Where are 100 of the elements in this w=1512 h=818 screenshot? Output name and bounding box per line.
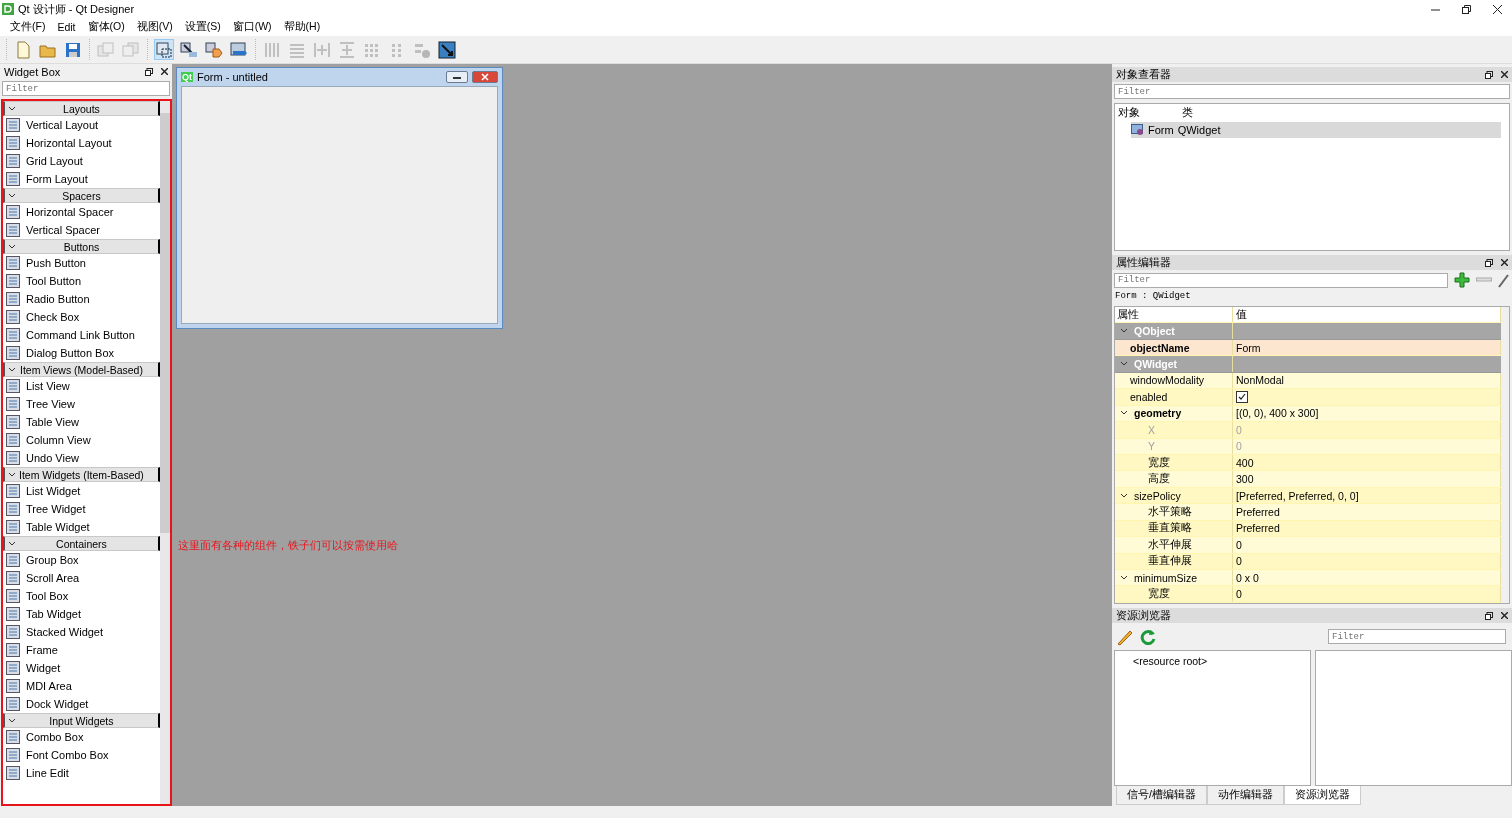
menu-item[interactable]: Edit: [51, 21, 82, 33]
widget-item[interactable]: Horizontal Spacer: [3, 203, 160, 221]
close-button[interactable]: [472, 71, 498, 83]
chevron-icon[interactable]: [1120, 574, 1128, 581]
widget-item[interactable]: Command Link Button: [3, 326, 160, 344]
tree-row[interactable]: Form QWidget: [1131, 122, 1501, 138]
menu-item[interactable]: 窗体(O): [81, 20, 131, 34]
tab[interactable]: 资源浏览器: [1283, 786, 1361, 805]
menu-item[interactable]: 窗口(W): [226, 20, 278, 34]
float-icon[interactable]: [1485, 611, 1493, 620]
property-row[interactable]: minimumSize 0 x 0: [1115, 570, 1501, 587]
widget-item[interactable]: Tab Widget: [3, 605, 160, 623]
chevron-icon[interactable]: [8, 243, 16, 250]
property-value[interactable]: Preferred: [1236, 505, 1280, 518]
widget-item[interactable]: Table View: [3, 413, 160, 431]
widget-item[interactable]: Vertical Layout: [3, 116, 160, 134]
scrollbar[interactable]: [1501, 307, 1509, 603]
widget-item[interactable]: Font Combo Box: [3, 746, 160, 764]
category-header[interactable]: Layouts: [3, 101, 160, 116]
widget-item[interactable]: Push Button: [3, 254, 160, 272]
chevron-icon[interactable]: [8, 540, 16, 547]
category-header[interactable]: Input Widgets: [3, 713, 160, 728]
close-icon[interactable]: [161, 68, 168, 75]
widget-item[interactable]: Check Box: [3, 308, 160, 326]
widget-item[interactable]: Radio Button: [3, 290, 160, 308]
property-value[interactable]: 400: [1236, 456, 1254, 469]
widget-item[interactable]: List View: [3, 377, 160, 395]
toolbar-button[interactable]: [437, 39, 457, 60]
widget-item[interactable]: Tool Box: [3, 587, 160, 605]
widget-item[interactable]: Group Box: [3, 551, 160, 569]
filter-field[interactable]: Filter: [1114, 272, 1448, 288]
property-value[interactable]: Form: [1236, 341, 1261, 354]
menu-item[interactable]: 视图(V): [130, 20, 179, 34]
menu-item[interactable]: 设置(S): [178, 20, 227, 34]
widget-item[interactable]: Frame: [3, 641, 160, 659]
property-value[interactable]: [(0, 0), 400 x 300]: [1236, 407, 1319, 420]
close-icon[interactable]: [1501, 612, 1508, 619]
widget-item[interactable]: Undo View: [3, 449, 160, 467]
close-icon[interactable]: [1493, 4, 1502, 14]
widget-item[interactable]: Scroll Area: [3, 569, 160, 587]
property-value[interactable]: [Preferred, Preferred, 0, 0]: [1236, 489, 1359, 502]
tab[interactable]: 信号/槽编辑器: [1116, 786, 1207, 805]
widget-item[interactable]: Tree View: [3, 395, 160, 413]
scrollbar[interactable]: [159, 101, 170, 804]
chevron-icon[interactable]: [1120, 361, 1128, 368]
menu-item[interactable]: 帮助(H): [277, 20, 327, 34]
widget-item[interactable]: List Widget: [3, 482, 160, 500]
category-header[interactable]: Containers: [3, 536, 160, 551]
chevron-icon[interactable]: [1120, 492, 1128, 499]
filter-field[interactable]: Filter: [1114, 84, 1510, 99]
filter-field[interactable]: Filter: [2, 81, 170, 96]
widget-item[interactable]: Vertical Spacer: [3, 221, 160, 239]
toolbar-button[interactable]: [179, 39, 199, 60]
widget-item[interactable]: Dock Widget: [3, 695, 160, 713]
chevron-icon[interactable]: [8, 366, 16, 373]
plus-icon[interactable]: [1454, 272, 1470, 288]
close-icon[interactable]: [1501, 259, 1508, 266]
widget-item[interactable]: MDI Area: [3, 677, 160, 695]
restore-icon[interactable]: [1462, 4, 1471, 14]
widget-item[interactable]: Grid Layout: [3, 152, 160, 170]
category-header[interactable]: Item Views (Model-Based): [3, 362, 160, 377]
widget-item[interactable]: Form Layout: [3, 170, 160, 188]
tab[interactable]: 动作编辑器: [1206, 786, 1284, 805]
chevron-icon[interactable]: [8, 717, 16, 724]
property-value[interactable]: 300: [1236, 473, 1254, 486]
close-icon[interactable]: [1501, 71, 1508, 78]
property-value[interactable]: Preferred: [1236, 522, 1280, 535]
chevron-icon[interactable]: [8, 471, 16, 478]
category-header[interactable]: Buttons: [3, 239, 160, 254]
refresh-icon[interactable]: [1140, 628, 1156, 645]
chevron-icon[interactable]: [8, 192, 16, 199]
minimize-button[interactable]: [446, 71, 468, 83]
category-header[interactable]: Spacers: [3, 188, 160, 203]
tree-item[interactable]: <resource root>: [1115, 651, 1310, 667]
property-value[interactable]: 0: [1236, 588, 1242, 601]
property-row[interactable]: enabled: [1115, 389, 1501, 406]
widget-item[interactable]: Combo Box: [3, 728, 160, 746]
filter-field[interactable]: Filter: [1328, 629, 1506, 644]
property-value[interactable]: NonModal: [1236, 374, 1284, 387]
widget-item[interactable]: Stacked Widget: [3, 623, 160, 641]
chevron-icon[interactable]: [8, 105, 16, 112]
widget-item[interactable]: Table Widget: [3, 518, 160, 536]
property-value[interactable]: 0 x 0: [1236, 571, 1259, 584]
float-icon[interactable]: [1485, 70, 1493, 79]
widget-item[interactable]: Horizontal Layout: [3, 134, 160, 152]
widget-item[interactable]: Widget: [3, 659, 160, 677]
widget-item[interactable]: Tree Widget: [3, 500, 160, 518]
category-header[interactable]: Item Widgets (Item-Based): [3, 467, 160, 482]
widget-item[interactable]: Dialog Button Box: [3, 344, 160, 362]
chevron-icon[interactable]: [1120, 328, 1128, 335]
widget-item[interactable]: Tool Button: [3, 272, 160, 290]
widget-item[interactable]: Column View: [3, 431, 160, 449]
property-value[interactable]: 0: [1236, 538, 1242, 551]
property-value[interactable]: 0: [1236, 555, 1242, 568]
float-icon[interactable]: [1485, 258, 1493, 267]
float-icon[interactable]: [145, 67, 153, 76]
chevron-icon[interactable]: [1120, 410, 1128, 417]
menu-item[interactable]: 文件(F): [4, 20, 52, 34]
widget-item[interactable]: Line Edit: [3, 764, 160, 782]
checkbox[interactable]: [1236, 390, 1248, 403]
